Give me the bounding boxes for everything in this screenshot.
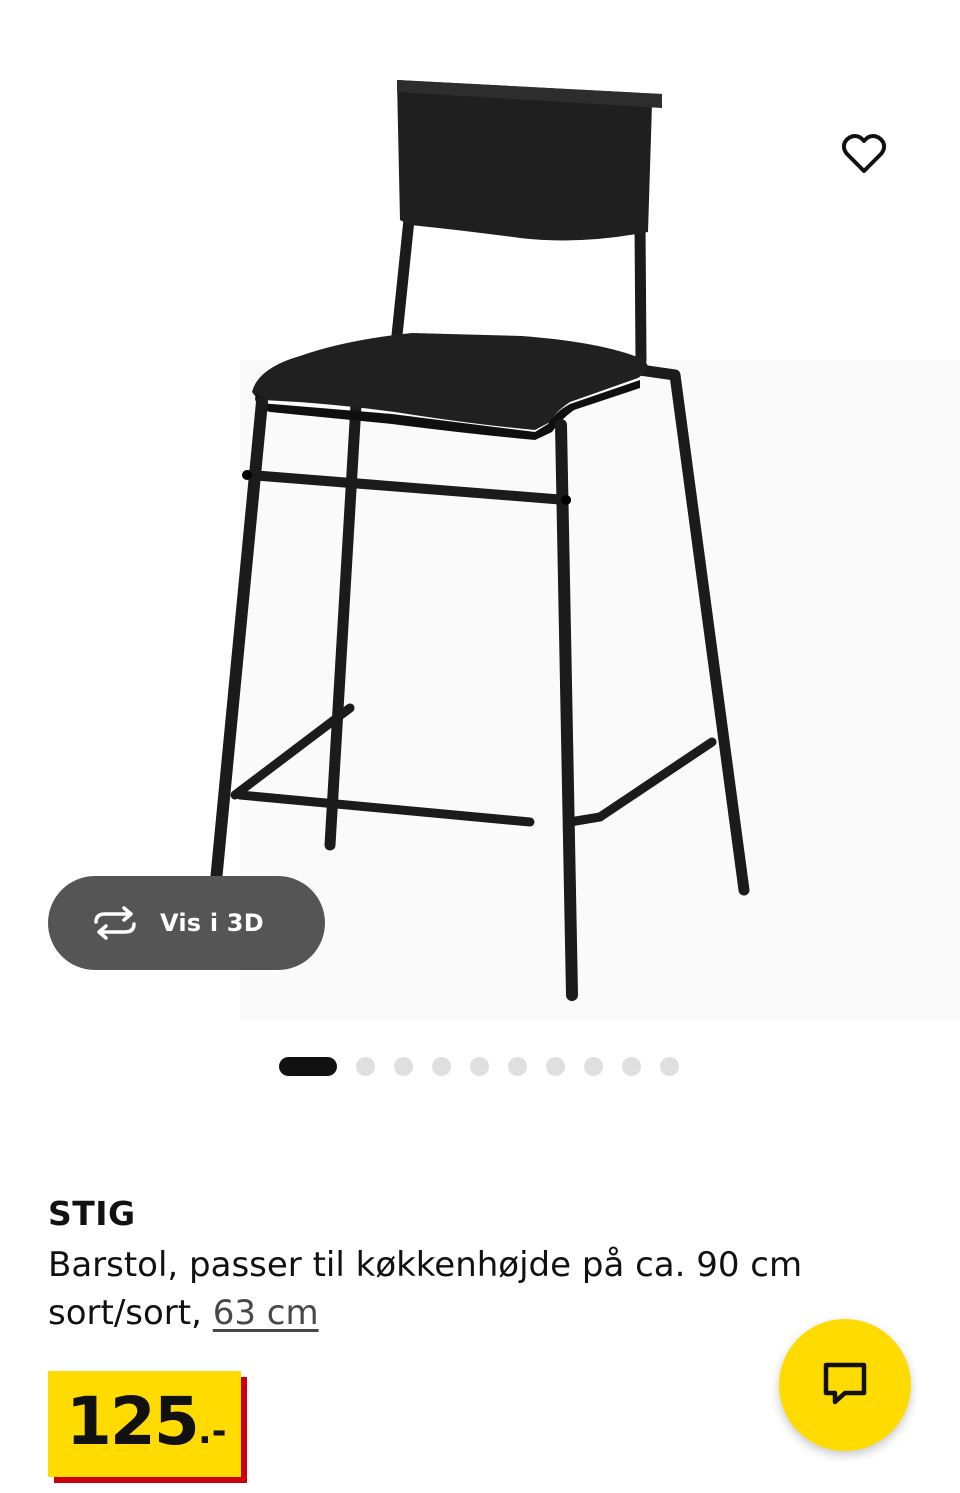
- pager-dot[interactable]: [508, 1056, 527, 1076]
- pager-dot[interactable]: [660, 1056, 679, 1076]
- pager-dot[interactable]: [394, 1056, 413, 1076]
- product-variant: sort/sort,: [48, 1293, 202, 1333]
- pager-dot[interactable]: [622, 1056, 641, 1076]
- chat-button[interactable]: [779, 1319, 911, 1451]
- pager-dot[interactable]: [546, 1056, 565, 1076]
- price-tag: 125 .-: [48, 1371, 247, 1483]
- product-name: STIG: [48, 1194, 136, 1233]
- product-gallery[interactable]: Vis i 3D: [0, 0, 960, 1030]
- chat-icon: [821, 1360, 869, 1410]
- heart-icon: [841, 133, 887, 179]
- pager-dot[interactable]: [356, 1056, 375, 1076]
- size-link[interactable]: 63 cm: [213, 1293, 319, 1333]
- pager-dot[interactable]: [470, 1056, 489, 1076]
- favorite-button[interactable]: [826, 118, 902, 194]
- image-pager[interactable]: [279, 1056, 698, 1076]
- pager-dot-active[interactable]: [279, 1056, 337, 1076]
- price-tag-face: 125 .-: [48, 1371, 241, 1477]
- price-suffix: .-: [198, 1411, 227, 1452]
- product-description: Barstol, passer til køkkenhøjde på ca. 9…: [48, 1245, 803, 1285]
- price-amount: 125: [66, 1383, 200, 1460]
- product-variant-line: sort/sort, 63 cm: [48, 1290, 319, 1336]
- view-3d-label: Vis i 3D: [160, 909, 264, 937]
- pager-dot[interactable]: [432, 1056, 451, 1076]
- rotate-3d-icon: [90, 906, 140, 940]
- view-3d-button[interactable]: Vis i 3D: [48, 876, 325, 970]
- pager-dot[interactable]: [584, 1056, 603, 1076]
